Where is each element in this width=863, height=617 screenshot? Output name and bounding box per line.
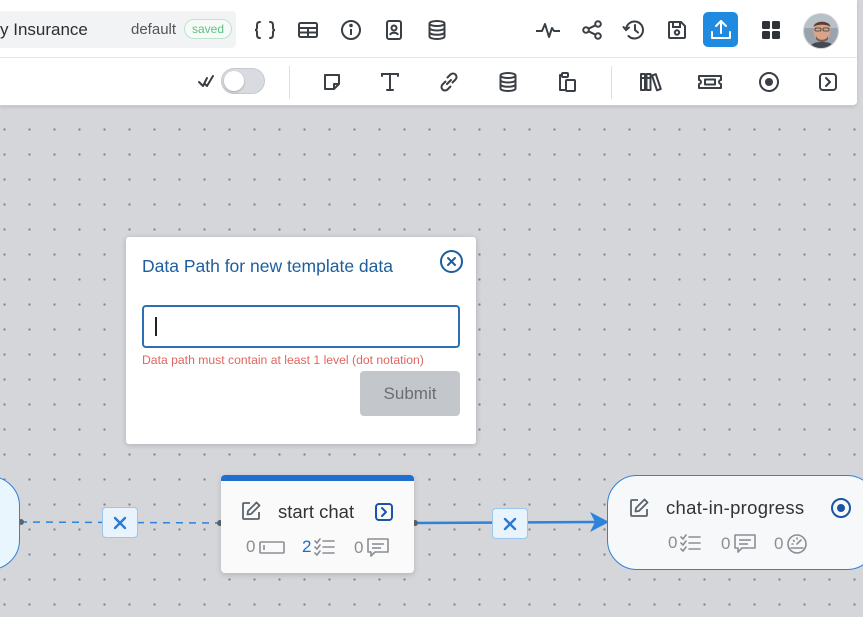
- upload-icon: [710, 19, 731, 39]
- checklist-icon: [680, 534, 702, 552]
- flow-node-start-chat[interactable]: start chat 0 2 0: [221, 475, 414, 573]
- publish-button[interactable]: [703, 12, 738, 47]
- stat-gauge: 0: [774, 533, 808, 555]
- version-label[interactable]: default: [131, 21, 176, 38]
- contact-card-icon[interactable]: [378, 14, 410, 46]
- stat-messages: 0: [354, 537, 390, 559]
- toolbar-divider: [611, 66, 612, 99]
- toolbar-row-tools: [0, 58, 857, 106]
- checklist-icon: [314, 538, 336, 556]
- submit-button[interactable]: Submit: [360, 371, 460, 416]
- flow-node-chat-in-progress[interactable]: chat-in-progress 0 0 0: [607, 475, 863, 570]
- stat-count: 0: [721, 534, 731, 553]
- paste-icon[interactable]: [551, 66, 583, 98]
- toolbar-row-main: y Insurance default saved: [0, 0, 857, 58]
- share-icon[interactable]: [576, 14, 608, 46]
- ticket-icon[interactable]: [694, 66, 726, 98]
- message-icon: [367, 538, 390, 557]
- database-icon[interactable]: [421, 14, 453, 46]
- node-title[interactable]: chat-in-progress: [666, 497, 804, 519]
- node-selected-bar: [221, 475, 414, 481]
- radio-target-icon[interactable]: [753, 66, 785, 98]
- info-icon[interactable]: [335, 14, 367, 46]
- close-icon: [113, 516, 127, 529]
- top-toolbar: y Insurance default saved: [0, 0, 857, 106]
- edit-icon[interactable]: [240, 500, 262, 522]
- stat-count: 0: [774, 534, 784, 553]
- message-icon: [734, 534, 757, 553]
- data-path-input[interactable]: [142, 305, 460, 348]
- input-box-icon: [259, 541, 286, 554]
- gauge-icon: [787, 534, 808, 554]
- stat-slots: 0: [246, 537, 286, 557]
- table-icon[interactable]: [292, 14, 324, 46]
- activity-icon[interactable]: [532, 14, 564, 46]
- link-icon[interactable]: [433, 66, 465, 98]
- stat-tasks: 2: [302, 537, 336, 557]
- braces-icon[interactable]: [249, 14, 281, 46]
- stat-count: 0: [354, 538, 364, 557]
- stat-count: 0: [246, 537, 256, 556]
- toolbar-divider: [289, 66, 290, 99]
- data-path-dialog: Data Path for new template data Data pat…: [126, 237, 476, 444]
- close-circle-icon: [440, 250, 463, 273]
- avatar[interactable]: [803, 13, 839, 49]
- delete-edge-button[interactable]: [492, 508, 528, 539]
- arrow-right-box-icon[interactable]: [812, 66, 844, 98]
- edit-icon[interactable]: [628, 497, 650, 519]
- library-icon[interactable]: [635, 66, 667, 98]
- database-icon[interactable]: [492, 66, 524, 98]
- delete-edge-button[interactable]: [102, 507, 138, 538]
- save-icon[interactable]: [661, 14, 693, 46]
- check-all-icon[interactable]: [190, 66, 222, 98]
- stat-count: 0: [668, 533, 678, 552]
- arrow-right-box-icon[interactable]: [374, 502, 394, 522]
- node-title[interactable]: start chat: [278, 501, 354, 523]
- apps-grid-icon[interactable]: [755, 14, 787, 46]
- flow-node-partial[interactable]: [0, 476, 20, 570]
- stat-tasks: 0: [668, 533, 702, 553]
- stat-messages: 0: [721, 533, 757, 555]
- history-icon[interactable]: [618, 14, 650, 46]
- close-dialog-button[interactable]: [439, 249, 464, 274]
- dialog-title: Data Path for new template data: [142, 256, 393, 276]
- flow-title[interactable]: y Insurance: [0, 20, 88, 40]
- stat-count: 2: [302, 537, 312, 556]
- close-icon: [503, 517, 517, 530]
- validation-error: Data path must contain at least 1 level …: [142, 353, 424, 367]
- toggle-switch[interactable]: [221, 68, 265, 94]
- toggle-knob: [224, 71, 244, 91]
- status-badge: saved: [184, 19, 233, 39]
- flow-title-box[interactable]: y Insurance default saved: [0, 11, 236, 48]
- text-caret: [155, 317, 157, 336]
- text-icon[interactable]: [374, 66, 406, 98]
- sticky-note-icon[interactable]: [316, 66, 348, 98]
- radio-target-icon[interactable]: [830, 497, 852, 519]
